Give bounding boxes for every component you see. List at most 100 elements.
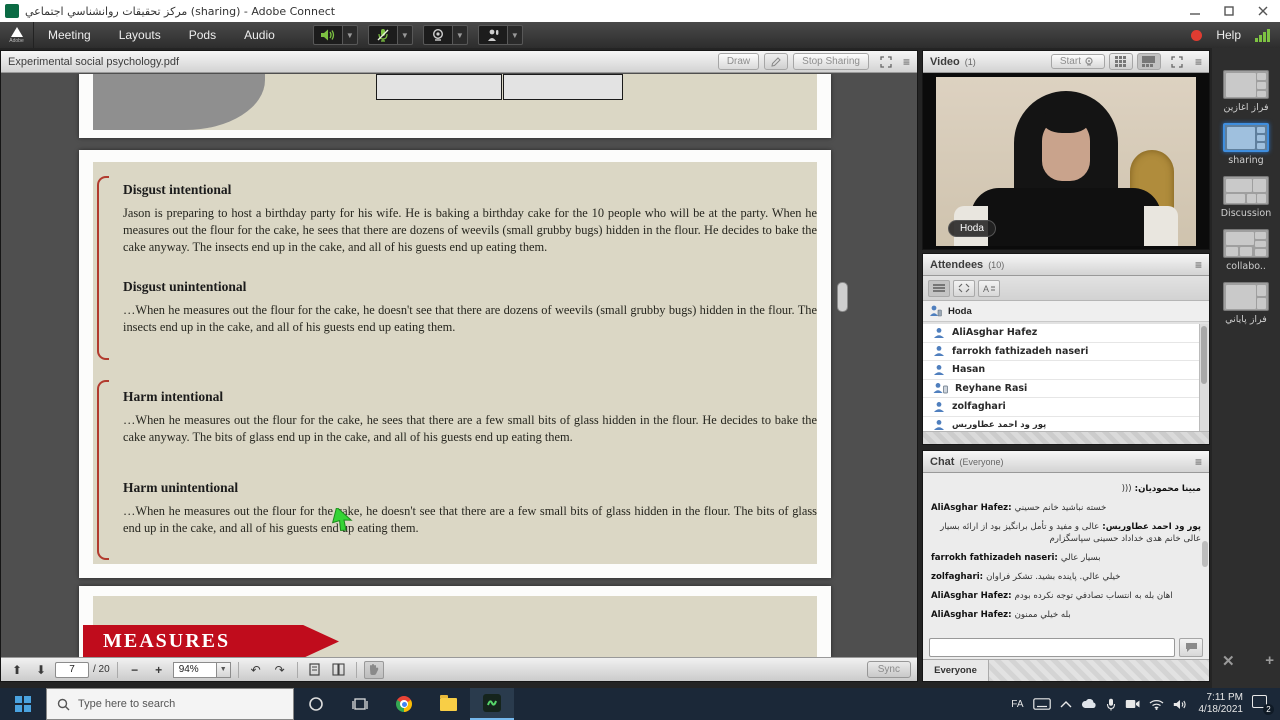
layout-thumbnail bbox=[1223, 229, 1269, 258]
language-indicator[interactable]: FA bbox=[1011, 699, 1023, 710]
filmstrip-view-icon[interactable] bbox=[1137, 53, 1161, 70]
wifi-icon[interactable] bbox=[1149, 699, 1164, 710]
status-view-icon[interactable]: A bbox=[978, 280, 1000, 297]
layout-item-sharing[interactable]: sharing bbox=[1217, 123, 1275, 166]
menu-pods[interactable]: Pods bbox=[175, 22, 230, 48]
pdf-scrollbar-thumb[interactable] bbox=[837, 282, 848, 312]
file-explorer-icon bbox=[440, 698, 457, 711]
hand-tool-button[interactable] bbox=[364, 661, 384, 679]
chat-pod-menu-icon[interactable]: ≡ bbox=[1195, 457, 1202, 467]
attendees-pod-menu-icon[interactable]: ≡ bbox=[1195, 260, 1202, 270]
raise-hand-dropdown[interactable]: ▼ bbox=[508, 25, 523, 45]
section-heading: Disgust intentional bbox=[123, 182, 231, 198]
volume-icon[interactable] bbox=[1173, 699, 1186, 710]
chat-message-list[interactable]: مبينا محموديان((( AliAsghar Hafezخسته نب… bbox=[923, 474, 1209, 637]
microphone-button[interactable] bbox=[368, 25, 398, 45]
attendee-row[interactable]: farrokh fathizadeh naseri bbox=[923, 343, 1199, 362]
menu-layouts[interactable]: Layouts bbox=[105, 22, 175, 48]
attendee-row[interactable]: Reyhane Rasi bbox=[923, 380, 1199, 399]
raise-hand-button[interactable] bbox=[478, 25, 508, 45]
minimize-button[interactable] bbox=[1178, 0, 1212, 22]
onedrive-icon[interactable] bbox=[1081, 699, 1097, 710]
attendee-row[interactable]: پور ود احمد عطاوریس bbox=[923, 417, 1199, 432]
page-up-button[interactable]: ⬆ bbox=[7, 661, 27, 679]
fullscreen-icon[interactable] bbox=[874, 53, 898, 70]
attendee-row[interactable]: Hasan bbox=[923, 361, 1199, 380]
start-webcam-button[interactable]: Start bbox=[1051, 54, 1105, 69]
cortana-button[interactable] bbox=[294, 688, 338, 720]
file-explorer-button[interactable] bbox=[426, 688, 470, 720]
page-down-button[interactable]: ⬇ bbox=[31, 661, 51, 679]
taskbar-clock[interactable]: 7:11 PM 4/18/2021 bbox=[1199, 692, 1244, 716]
video-pod-menu-icon[interactable]: ≡ bbox=[1195, 57, 1202, 67]
attendee-row[interactable]: zolfaghari bbox=[923, 398, 1199, 417]
close-button[interactable] bbox=[1246, 0, 1280, 22]
send-message-button[interactable] bbox=[1179, 638, 1203, 657]
redo-icon[interactable]: ↷ bbox=[270, 661, 290, 679]
webcam-dropdown[interactable]: ▼ bbox=[453, 25, 468, 45]
zoom-level-value[interactable]: 94% bbox=[173, 662, 217, 678]
attendees-scrollbar[interactable] bbox=[1199, 324, 1208, 431]
chat-input[interactable] bbox=[929, 638, 1175, 657]
menu-meeting[interactable]: Meeting bbox=[34, 22, 105, 48]
menu-audio[interactable]: Audio bbox=[230, 22, 289, 48]
layout-label: Discussion bbox=[1217, 208, 1275, 219]
speaker-dropdown[interactable]: ▼ bbox=[343, 25, 358, 45]
grid-view-icon[interactable] bbox=[1109, 53, 1133, 70]
layout-label: فراز پاياني bbox=[1217, 314, 1275, 325]
tray-microphone-icon[interactable] bbox=[1106, 698, 1116, 711]
action-center-button[interactable]: 2 bbox=[1252, 695, 1272, 713]
share-pod-menu-icon[interactable]: ≡ bbox=[903, 57, 910, 67]
microphone-icon bbox=[376, 28, 390, 42]
attendees-toolbar: A bbox=[923, 276, 1209, 301]
page-number-input[interactable] bbox=[55, 662, 89, 678]
list-view-icon[interactable] bbox=[928, 280, 950, 297]
start-button[interactable] bbox=[0, 688, 46, 720]
tray-camera-icon[interactable] bbox=[1125, 699, 1140, 709]
pdf-view-area[interactable]: Disgust intentional Jason is preparing t… bbox=[1, 74, 917, 658]
section-heading: Disgust unintentional bbox=[123, 279, 246, 295]
breakout-view-icon[interactable] bbox=[953, 280, 975, 297]
video-fullscreen-icon[interactable] bbox=[1165, 53, 1189, 70]
maximize-button[interactable] bbox=[1212, 0, 1246, 22]
single-page-view-icon[interactable] bbox=[305, 661, 325, 679]
layout-item-collaboration[interactable]: collabo.. bbox=[1217, 229, 1275, 272]
chat-tab-everyone[interactable]: Everyone bbox=[923, 660, 989, 681]
help-menu[interactable]: Help bbox=[1216, 28, 1241, 42]
layout-item-closing[interactable]: فراز پاياني bbox=[1217, 282, 1275, 325]
chat-scrollbar-thumb[interactable] bbox=[1202, 541, 1208, 567]
task-view-button[interactable] bbox=[338, 688, 382, 720]
attendees-pod: Attendees (10) ≡ A Hoda AliA bbox=[922, 253, 1210, 445]
adobe-connect-window: مركز تحقيقات روانشناسي اجتماعي (sharing)… bbox=[0, 0, 1280, 720]
tray-expand-icon[interactable] bbox=[1060, 700, 1072, 708]
stop-sharing-button[interactable]: Stop Sharing bbox=[793, 53, 869, 70]
close-layout-icon[interactable]: ✕ bbox=[1222, 652, 1235, 670]
keyboard-icon[interactable] bbox=[1033, 698, 1051, 710]
layout-item-opening[interactable]: فراز آغازين bbox=[1217, 70, 1275, 113]
webcam-button[interactable] bbox=[423, 25, 453, 45]
adobe-connect-taskbar-button[interactable] bbox=[470, 688, 514, 720]
two-page-view-icon[interactable] bbox=[329, 661, 349, 679]
add-layout-icon[interactable]: + bbox=[1265, 652, 1274, 670]
clock-time: 7:11 PM bbox=[1199, 692, 1244, 704]
pod-resize-area[interactable] bbox=[923, 431, 1209, 444]
chat-text: خيلي عالي. پاينده بشيد. تشكر فراوان bbox=[986, 572, 1120, 582]
attendee-row[interactable]: AliAsghar Hafez bbox=[923, 324, 1199, 343]
microphone-dropdown[interactable]: ▼ bbox=[398, 25, 413, 45]
layout-item-discussion[interactable]: Discussion bbox=[1217, 176, 1275, 219]
chrome-taskbar-button[interactable] bbox=[382, 688, 426, 720]
taskbar-search[interactable]: Type here to search bbox=[46, 688, 294, 720]
undo-icon[interactable]: ↶ bbox=[246, 661, 266, 679]
recording-indicator-icon bbox=[1191, 30, 1202, 41]
draw-button[interactable]: Draw bbox=[718, 53, 759, 70]
speaker-button[interactable] bbox=[313, 25, 343, 45]
host-icon bbox=[929, 305, 942, 317]
pen-tool-button[interactable] bbox=[764, 53, 788, 70]
attendee-host-row[interactable]: Hoda bbox=[923, 301, 1209, 322]
search-placeholder: Type here to search bbox=[78, 698, 175, 710]
zoom-in-button[interactable]: + bbox=[149, 661, 169, 679]
attendees-title: Attendees bbox=[930, 259, 983, 271]
zoom-out-button[interactable]: − bbox=[125, 661, 145, 679]
zoom-dropdown-icon[interactable]: ▼ bbox=[217, 662, 231, 678]
sync-button[interactable]: Sync bbox=[867, 661, 911, 678]
